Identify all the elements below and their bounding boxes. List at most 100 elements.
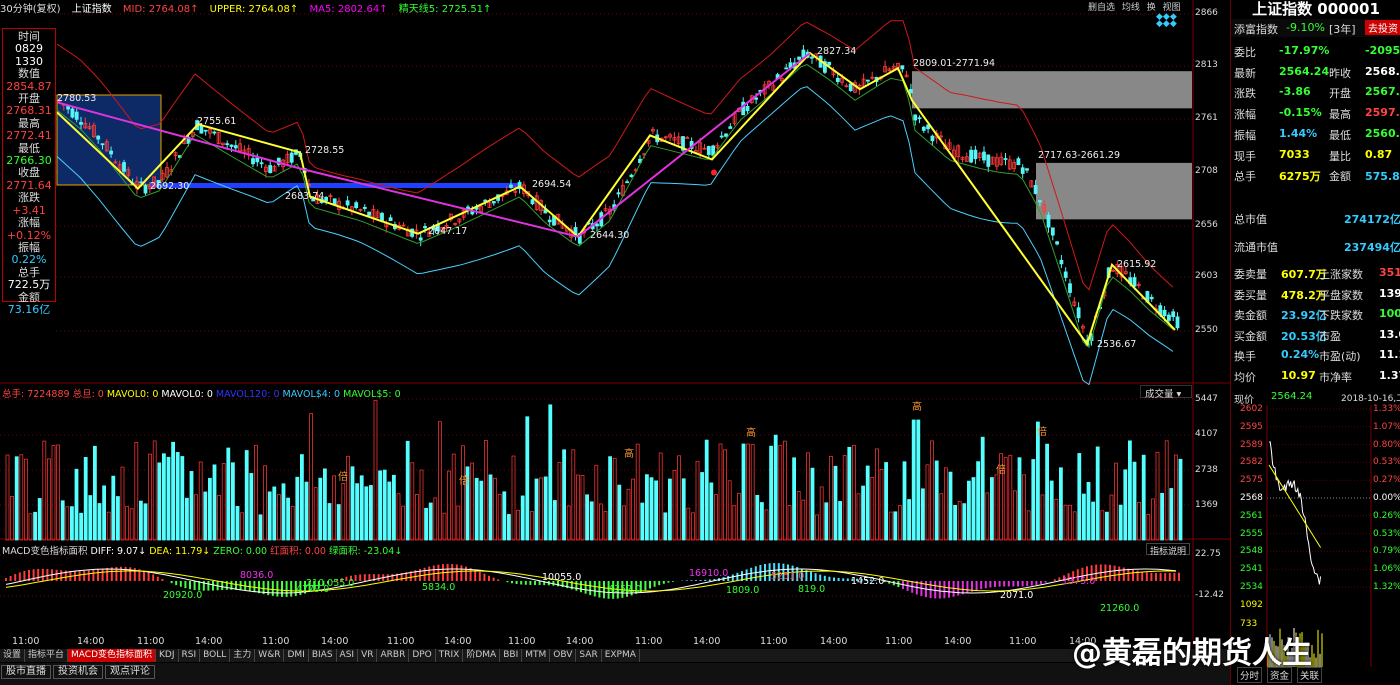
mini-price-value: 2564.24 — [1271, 391, 1313, 402]
volume-bar — [760, 502, 764, 541]
volume-marker: 倍 — [338, 472, 348, 483]
bottom-button[interactable]: 投资机会 — [53, 665, 103, 679]
indicator-tab[interactable]: EXPMA — [602, 649, 640, 662]
indicator-tab[interactable]: ARBR — [377, 649, 410, 662]
candle — [719, 135, 724, 138]
indicator-tab[interactable]: SAR — [576, 649, 602, 662]
stat-row: 买金额20.53亿市盈13.02 — [1231, 325, 1400, 346]
volume-bar — [511, 455, 516, 541]
panel-item: 0829 — [15, 42, 43, 56]
volume-bar — [442, 512, 447, 541]
quote-value: 2564.24 — [1279, 64, 1330, 78]
volume-bar — [580, 475, 585, 541]
macd-area-label: 2071.0 — [1000, 590, 1034, 601]
stat-value: 13.02 — [1379, 327, 1400, 341]
volume-bar — [566, 505, 571, 541]
volume-bar — [19, 454, 24, 541]
candle — [100, 143, 105, 146]
invest-button[interactable]: 去投资 — [1365, 20, 1400, 35]
indicator-tab[interactable]: KDJ — [156, 649, 179, 662]
indicator-tab[interactable]: VR — [358, 649, 378, 662]
volume-bar — [1095, 446, 1100, 541]
volume-zongli: 总旦: 0 — [72, 389, 104, 400]
indicator-tab[interactable]: ASI — [337, 649, 359, 662]
indicator-tab[interactable]: DMI — [284, 649, 309, 662]
indicator-tab[interactable]: BOLL — [200, 649, 231, 662]
quote-value: -2095523 — [1365, 44, 1400, 57]
fund-index-tag: [3年] — [1329, 23, 1356, 36]
macd-area-label: 5251.0 — [771, 571, 805, 582]
indicator-tab[interactable]: 设置 — [0, 649, 26, 662]
price-annotation: 2647.17 — [428, 226, 468, 237]
indicator-tab[interactable]: TRIX — [436, 649, 464, 662]
candle — [1033, 185, 1038, 194]
stat-row: 委卖量 607.7万 上涨家数 351 — [1231, 263, 1400, 284]
indicator-tab[interactable]: 指标平台 — [25, 649, 69, 662]
candle — [913, 114, 918, 121]
volume-marker: 高 — [624, 449, 634, 460]
candle — [380, 212, 384, 222]
volume-bar — [111, 475, 116, 541]
resistance-box — [1036, 162, 1192, 220]
volume-axis-tick: 2738 — [1195, 465, 1218, 475]
quote-value: 1.44% — [1279, 126, 1318, 140]
volume-bar — [603, 511, 608, 541]
indicator-tab[interactable]: MTM — [522, 649, 551, 662]
candle — [745, 106, 750, 112]
volume-bar — [428, 502, 433, 541]
time-axis-tick: 11:00 — [885, 636, 913, 647]
volume-bar — [14, 456, 19, 541]
volume-bar — [93, 445, 97, 541]
indicator-tab[interactable]: MACD变色指标面积 — [68, 649, 157, 662]
volume-bar — [253, 444, 258, 541]
stat-value: 1008 — [1379, 307, 1400, 321]
volume-bar — [286, 497, 291, 541]
volume-bar — [787, 505, 792, 541]
volume-bar — [451, 453, 456, 541]
indicator-tab[interactable]: BIAS — [309, 649, 337, 662]
indicator-tab[interactable]: RSI — [179, 649, 201, 662]
indicator-explain-button[interactable]: 指标说明 — [1146, 543, 1190, 557]
volume-bar — [1155, 451, 1160, 541]
candle — [367, 211, 372, 216]
volume-bar — [829, 455, 833, 541]
quote-key: 现手 — [1234, 149, 1256, 163]
panel-item: 0.22% — [11, 253, 47, 267]
candle — [784, 67, 789, 70]
indicator-tab[interactable]: 阶DMA — [463, 649, 501, 662]
bottom-button[interactable]: 观点评论 — [105, 665, 155, 679]
candle — [801, 49, 806, 58]
volume-bar — [976, 461, 980, 541]
macd-area-label: 16910.0 — [689, 568, 729, 579]
candle — [268, 165, 273, 173]
macd-axis-tick: -12.42 — [1195, 590, 1225, 600]
volume-bar — [1109, 494, 1114, 541]
candle — [1038, 200, 1042, 203]
volume-bar — [543, 476, 548, 541]
volume-bar — [769, 445, 773, 541]
volume-bar — [382, 469, 387, 541]
bottom-button[interactable]: 股市直播 — [1, 665, 51, 679]
volume-bar — [134, 441, 139, 541]
indicator-tab[interactable]: OBV — [550, 649, 577, 662]
indicator-tab[interactable]: DPO — [409, 649, 436, 662]
volume-axis-tick: 5447 — [1195, 394, 1218, 404]
stat-key: 平盘家数 — [1319, 288, 1363, 302]
indicator-tab[interactable]: BBI — [500, 649, 523, 662]
candle — [251, 158, 255, 165]
volume-bar — [313, 487, 318, 541]
macd-area-label: 819.0 — [798, 584, 826, 595]
volume-bar — [488, 474, 493, 541]
indicator-select[interactable]: 成交量 ▾ — [1140, 385, 1192, 400]
stat-row: 均价 10.97市净率 1.37 — [1231, 366, 1400, 387]
volume-bar — [396, 493, 401, 541]
stat-key: 下跌家数 — [1319, 309, 1363, 323]
candle — [1046, 214, 1051, 228]
volume-bar — [1174, 454, 1178, 541]
indicator-tab[interactable]: W&R — [255, 649, 285, 662]
volume-bar — [626, 488, 631, 541]
mini-price-tick: 2582 — [1240, 457, 1263, 468]
volume-bar — [576, 474, 580, 541]
indicator-tab[interactable]: 主力 — [230, 649, 256, 662]
volume-bar — [299, 454, 304, 541]
